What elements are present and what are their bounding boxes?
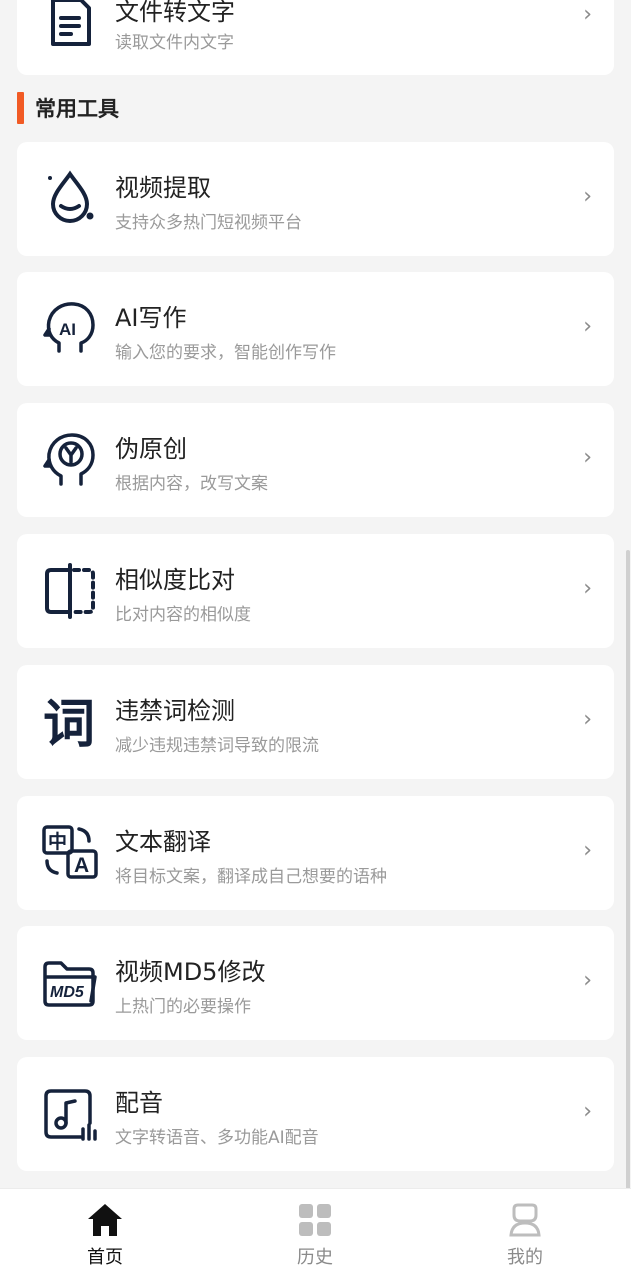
chevron-right-icon: › bbox=[583, 576, 592, 601]
tool-title: 伪原创 bbox=[115, 435, 187, 463]
tab-label: 首页 bbox=[87, 1247, 123, 1268]
grid-icon bbox=[299, 1204, 331, 1236]
chevron-right-icon: › bbox=[583, 968, 592, 993]
svg-text:词: 词 bbox=[43, 695, 95, 750]
tool-subtitle: 文字转语音、多功能AI配音 bbox=[115, 1128, 319, 1148]
home-icon bbox=[88, 1204, 122, 1236]
tab-history[interactable]: 历史 bbox=[255, 1201, 375, 1269]
tool-card-ai-writing[interactable]: AI AI写作 输入您的要求，智能创作写作 › bbox=[17, 272, 614, 386]
tool-card-translate[interactable]: 中 A 文本翻译 将目标文案，翻译成自己想要的语种 › bbox=[17, 796, 614, 910]
tab-label: 我的 bbox=[507, 1247, 543, 1268]
chevron-right-icon: › bbox=[583, 707, 592, 732]
tool-card-similarity[interactable]: 相似度比对 比对内容的相似度 › bbox=[17, 534, 614, 648]
chevron-right-icon: › bbox=[583, 184, 592, 209]
translate-icon: 中 A bbox=[41, 823, 99, 881]
svg-text:A: A bbox=[74, 854, 89, 877]
chevron-right-icon: › bbox=[583, 1099, 592, 1124]
tool-title: 视频提取 bbox=[115, 174, 211, 202]
tool-subtitle: 输入您的要求，智能创作写作 bbox=[115, 343, 336, 363]
tool-title: AI写作 bbox=[115, 304, 187, 332]
dubbing-icon bbox=[41, 1085, 99, 1143]
tool-card-file-to-text[interactable]: 文件转文字 读取文件内文字 › bbox=[17, 0, 614, 75]
tool-card-pseudo-original[interactable]: 伪原创 根据内容，改写文案 › bbox=[17, 403, 614, 517]
chevron-right-icon: › bbox=[583, 445, 592, 470]
tool-subtitle: 读取文件内文字 bbox=[115, 33, 234, 53]
compare-icon bbox=[41, 562, 99, 620]
brain-head-icon bbox=[41, 430, 99, 488]
document-icon bbox=[41, 0, 99, 52]
ai-head-icon: AI bbox=[41, 299, 99, 357]
section-header: 常用工具 bbox=[17, 92, 119, 124]
user-icon bbox=[509, 1203, 541, 1237]
tool-title: 配音 bbox=[115, 1089, 163, 1117]
tool-subtitle: 根据内容，改写文案 bbox=[115, 474, 268, 494]
tool-subtitle: 减少违规违禁词导致的限流 bbox=[115, 736, 319, 756]
chevron-right-icon: › bbox=[583, 838, 592, 863]
section-accent-bar bbox=[17, 92, 24, 124]
md5-folder-icon: MD5 bbox=[41, 955, 99, 1013]
tab-mine[interactable]: 我的 bbox=[465, 1201, 585, 1269]
tool-subtitle: 上热门的必要操作 bbox=[115, 997, 251, 1017]
tool-card-forbidden-words[interactable]: 词 违禁词检测 减少违规违禁词导致的限流 › bbox=[17, 665, 614, 779]
tool-card-video-extract[interactable]: 视频提取 支持众多热门短视频平台 › bbox=[17, 142, 614, 256]
svg-text:AI: AI bbox=[59, 320, 76, 339]
tool-title: 文件转文字 bbox=[115, 0, 235, 26]
svg-text:中: 中 bbox=[48, 830, 67, 853]
tool-subtitle: 支持众多热门短视频平台 bbox=[115, 213, 302, 233]
tool-title: 违禁词检测 bbox=[115, 697, 235, 725]
svg-text:MD5: MD5 bbox=[50, 984, 85, 1001]
video-extract-drop-icon bbox=[41, 168, 99, 226]
section-title: 常用工具 bbox=[35, 97, 119, 121]
tab-label: 历史 bbox=[297, 1247, 333, 1268]
bottom-tab-bar: 首页 历史 我的 bbox=[0, 1188, 631, 1280]
chevron-right-icon: › bbox=[583, 314, 592, 339]
tool-title: 相似度比对 bbox=[115, 566, 235, 594]
tool-card-dubbing[interactable]: 配音 文字转语音、多功能AI配音 › bbox=[17, 1057, 614, 1171]
word-check-icon: 词 bbox=[41, 692, 99, 750]
tool-title: 文本翻译 bbox=[115, 828, 211, 856]
tool-title: 视频MD5修改 bbox=[115, 958, 266, 986]
tool-card-md5[interactable]: MD5 视频MD5修改 上热门的必要操作 › bbox=[17, 926, 614, 1040]
tab-home[interactable]: 首页 bbox=[45, 1201, 165, 1269]
tool-subtitle: 比对内容的相似度 bbox=[115, 605, 251, 625]
tool-subtitle: 将目标文案，翻译成自己想要的语种 bbox=[115, 867, 387, 887]
scrollbar[interactable] bbox=[626, 550, 630, 1190]
chevron-right-icon: › bbox=[583, 2, 592, 27]
